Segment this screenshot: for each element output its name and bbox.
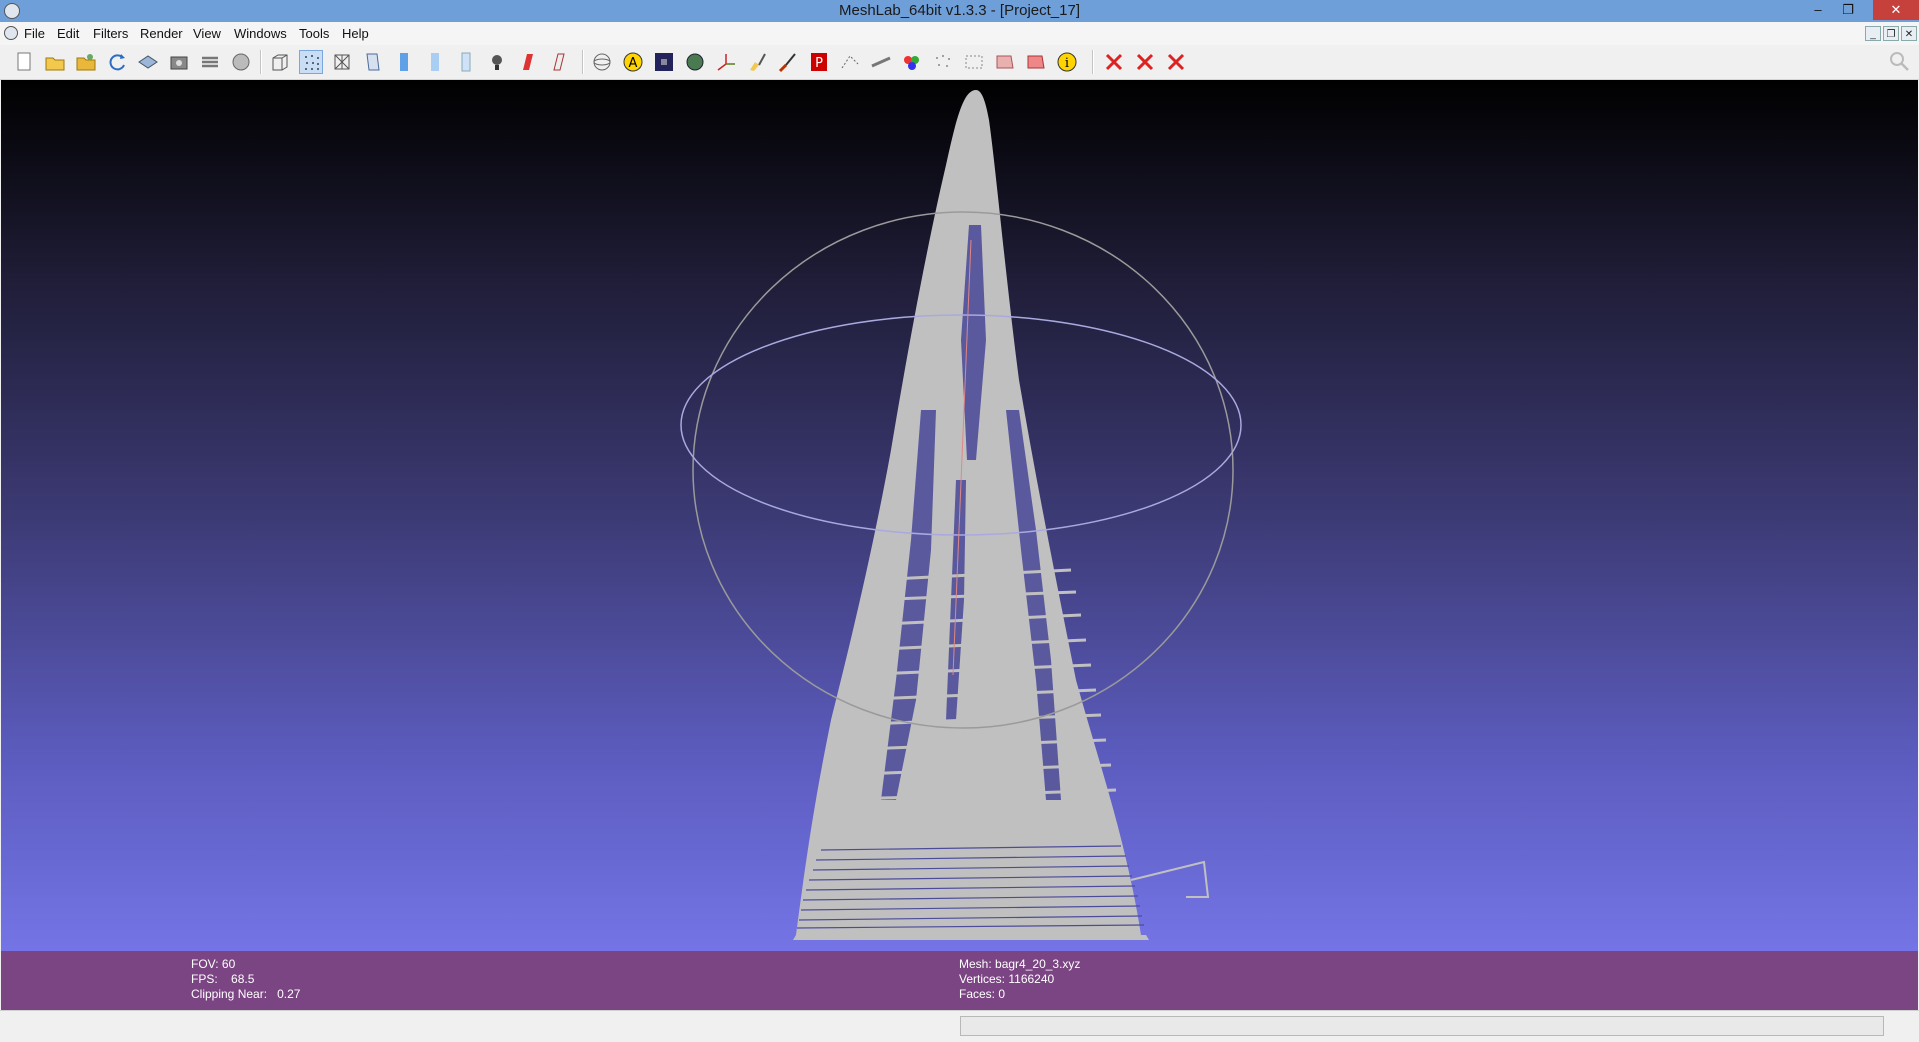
fps-label: FPS: bbox=[191, 972, 218, 986]
delete-vertices-icon[interactable] bbox=[1133, 50, 1157, 74]
status-bar bbox=[0, 1010, 1919, 1042]
paint-brush-icon[interactable] bbox=[745, 50, 769, 74]
toolbar-separator bbox=[582, 50, 584, 74]
point-cloud-mesh bbox=[796, 90, 1141, 935]
brush-icon[interactable] bbox=[776, 50, 800, 74]
faces-label: Faces: bbox=[959, 987, 996, 1001]
search-icon[interactable] bbox=[1887, 49, 1911, 73]
axis-icon[interactable] bbox=[714, 50, 738, 74]
mesh-readout: Mesh: bagr4_20_3.xyz bbox=[959, 957, 1080, 971]
hidden-lines-icon[interactable] bbox=[361, 50, 385, 74]
snapshot-icon[interactable] bbox=[167, 50, 191, 74]
bounding-box-icon[interactable] bbox=[268, 50, 292, 74]
color-tool-icon[interactable] bbox=[900, 50, 924, 74]
reference-icon[interactable] bbox=[962, 50, 986, 74]
faces-value: 0 bbox=[998, 987, 1006, 1001]
layers-icon[interactable] bbox=[198, 50, 222, 74]
svg-text:A: A bbox=[629, 56, 638, 71]
toolbar: A Pi bbox=[0, 45, 1919, 80]
3d-viewport[interactable] bbox=[1, 80, 1918, 951]
clipping-value: 0.27 bbox=[277, 987, 301, 1001]
faces-readout: Faces: 0 bbox=[959, 987, 1005, 1001]
progress-bar bbox=[960, 1016, 1884, 1036]
sphere-icon[interactable] bbox=[683, 50, 707, 74]
mesh-label: Mesh: bbox=[959, 957, 992, 971]
title-bar: MeshLab_64bit v1.3.3 - [Project_17] – ❐ … bbox=[0, 0, 1919, 22]
delete-selected-icon[interactable] bbox=[1102, 50, 1126, 74]
mesh-scene bbox=[680, 90, 1242, 940]
reload-icon[interactable] bbox=[105, 50, 129, 74]
toolbar-separator bbox=[260, 50, 262, 74]
close-button[interactable]: ✕ bbox=[1873, 0, 1919, 20]
points-render-icon[interactable] bbox=[299, 50, 323, 74]
dark-box-icon[interactable] bbox=[652, 50, 676, 74]
clipping-label: Clipping Near: bbox=[191, 987, 268, 1001]
menu-filters[interactable]: Filters bbox=[93, 26, 128, 41]
align-icon[interactable] bbox=[931, 50, 955, 74]
info-icon[interactable]: i bbox=[1055, 50, 1079, 74]
flat-render-icon[interactable] bbox=[229, 50, 253, 74]
light-icon[interactable] bbox=[485, 50, 509, 74]
menu-help[interactable]: Help bbox=[342, 26, 369, 41]
select-faces-icon[interactable] bbox=[993, 50, 1017, 74]
fov-label: FOV: bbox=[191, 957, 219, 971]
fps-value: 68.5 bbox=[231, 972, 255, 986]
fov-readout: FOV: 60 bbox=[191, 957, 235, 971]
texture-icon[interactable] bbox=[454, 50, 478, 74]
restore-button[interactable]: ❐ bbox=[1833, 0, 1863, 20]
pick-points-icon[interactable]: P bbox=[807, 50, 831, 74]
info-panel: FOV: 60 FPS: 68.5 Clipping Near: 0.27 Me… bbox=[1, 951, 1918, 1010]
mdi-restore-button[interactable]: ❐ bbox=[1883, 26, 1899, 41]
menu-windows[interactable]: Windows bbox=[234, 26, 287, 41]
open-mesh-icon[interactable] bbox=[74, 50, 98, 74]
mdi-minimize-button[interactable]: _ bbox=[1865, 26, 1881, 41]
vertices-label: Vertices: bbox=[959, 972, 1006, 986]
fancy-lighting-icon[interactable] bbox=[547, 50, 571, 74]
trackball-icon[interactable] bbox=[590, 50, 614, 74]
new-project-icon[interactable] bbox=[12, 50, 36, 74]
menu-edit[interactable]: Edit bbox=[57, 26, 79, 41]
menu-render[interactable]: Render bbox=[140, 26, 183, 41]
mdi-close-button[interactable]: ✕ bbox=[1901, 26, 1917, 41]
select-vertices-icon[interactable] bbox=[838, 50, 862, 74]
fps-readout: FPS: 68.5 bbox=[191, 972, 254, 986]
point-cloud-base bbox=[793, 935, 1149, 940]
mesh-value: bagr4_20_3.xyz bbox=[995, 957, 1081, 971]
save-icon[interactable] bbox=[136, 50, 160, 74]
clipping-readout: Clipping Near: 0.27 bbox=[191, 987, 300, 1001]
delete-faces-icon[interactable] bbox=[1024, 50, 1048, 74]
color-per-vertex-icon[interactable] bbox=[516, 50, 540, 74]
menu-view[interactable]: View bbox=[193, 26, 221, 41]
menu-bar: File Edit Filters Render View Windows To… bbox=[0, 22, 1919, 45]
svg-text:P: P bbox=[815, 56, 823, 71]
toolbar-separator bbox=[1092, 50, 1094, 74]
annotation-icon[interactable]: A bbox=[621, 50, 645, 74]
vertices-value: 1166240 bbox=[1008, 972, 1055, 986]
document-icon[interactable] bbox=[4, 26, 18, 40]
smooth-shading-icon[interactable] bbox=[423, 50, 447, 74]
delete-faces-red-icon[interactable] bbox=[1164, 50, 1188, 74]
open-project-icon[interactable] bbox=[43, 50, 67, 74]
svg-text:i: i bbox=[1065, 56, 1069, 71]
window-title: MeshLab_64bit v1.3.3 - [Project_17] bbox=[839, 2, 1080, 19]
menu-file[interactable]: File bbox=[24, 26, 45, 41]
flat-shading-icon[interactable] bbox=[392, 50, 416, 74]
wireframe-icon[interactable] bbox=[330, 50, 354, 74]
fov-value: 60 bbox=[221, 957, 236, 971]
vertices-readout: Vertices: 1166240 bbox=[959, 972, 1054, 986]
scene-corner-marker bbox=[1130, 860, 1210, 898]
measure-icon[interactable] bbox=[869, 50, 893, 74]
minimize-button[interactable]: – bbox=[1803, 0, 1833, 20]
menu-tools[interactable]: Tools bbox=[299, 26, 329, 41]
